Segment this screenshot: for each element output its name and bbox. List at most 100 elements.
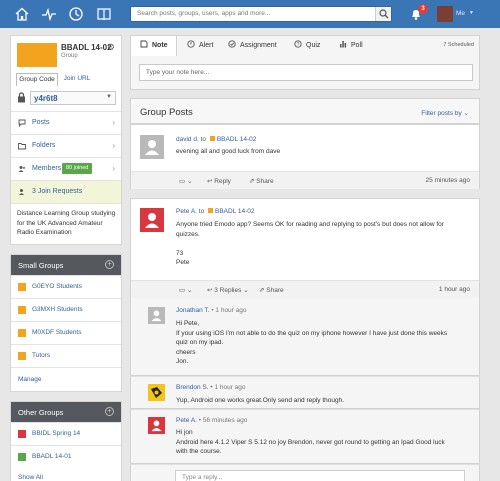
sidebar-item-folders[interactable]: Folders › [11, 134, 121, 157]
me-menu-label[interactable]: Me [456, 10, 465, 17]
scheduled-count[interactable]: 7 Scheduled [443, 42, 474, 48]
post-text-line: 73 [176, 249, 184, 257]
group-description: Distance Learning Group studying for the… [17, 210, 116, 236]
tab-group-code[interactable]: Group Code [16, 73, 58, 86]
user-avatar[interactable] [437, 6, 453, 22]
avatar[interactable] [140, 208, 164, 232]
reply-text-line: Yup, Android one works great.Only send a… [176, 397, 345, 404]
small-groups-panel: Small Groups + G0EYO Students G3MXH Stud… [10, 254, 122, 392]
post-group-link[interactable]: BBADL 14-02 [217, 136, 257, 143]
tab-assignment[interactable]: Assignment [228, 36, 277, 56]
tab-alert[interactable]: Alert [187, 36, 213, 56]
reply-input[interactable]: Type a reply... [175, 470, 465, 481]
small-group-item[interactable]: Tutors [11, 344, 121, 367]
other-group-item[interactable]: BBADL 14-01 [11, 445, 121, 468]
small-group-label: G3MXH Students [32, 306, 83, 313]
filter-posts-dropdown[interactable]: Filter posts by ⌄ [421, 109, 469, 117]
reply-author[interactable]: Pete A. [176, 417, 197, 424]
default-user-icon [151, 310, 162, 322]
share-label: Share [256, 178, 274, 185]
note-input[interactable]: Type your note here... [139, 64, 473, 81]
sidebar-item-label: Members [32, 165, 62, 172]
reply-body: Yup, Android one works great.Only send a… [176, 396, 344, 406]
tab-note[interactable]: Note [131, 36, 177, 56]
small-group-label: Tutors [32, 352, 51, 359]
other-groups-panel: Other Groups + BBIDL Spring 14 BBADL 14-… [10, 401, 122, 481]
tab-label: Alert [199, 42, 214, 49]
small-groups-header: Small Groups + [11, 255, 121, 275]
share-button[interactable]: ⇗ Share [249, 177, 274, 185]
show-all-groups-link[interactable]: Show All [18, 474, 43, 481]
add-small-group-button[interactable]: + [105, 260, 114, 269]
group-color-swatch [18, 283, 26, 291]
reply-time: 1 hour ago [215, 307, 247, 314]
reply-text-line: with the course. [176, 448, 222, 455]
add-group-button[interactable]: + [105, 407, 114, 416]
group-code-row: y4r6t8 ▼ [11, 89, 121, 107]
sidebar-item-join-requests[interactable]: 3 Join Requests [11, 180, 121, 203]
tab-join-url[interactable]: Join URL [60, 73, 94, 86]
reply-item: Brendon S. • 1 hour ago Yup, Android one… [130, 376, 480, 409]
backpack-icon[interactable] [68, 6, 84, 22]
share-button[interactable]: ⇗ Share [259, 286, 284, 294]
tab-poll[interactable]: Poll [339, 36, 363, 56]
bar-chart-icon [340, 41, 347, 48]
group-color-swatch [208, 208, 214, 213]
share-icon: ⇗ [249, 178, 255, 185]
group-code-select[interactable]: y4r6t8 ▼ [30, 91, 116, 105]
group-name[interactable]: BBADL 14-02 [61, 43, 112, 52]
reply-author-line: Jonathan T. • 1 hour ago [176, 307, 247, 314]
tab-quiz[interactable]: ? Quiz [294, 36, 320, 56]
small-group-item[interactable]: G0EYO Students [11, 275, 121, 298]
group-color-swatch [18, 329, 26, 337]
small-group-item[interactable]: G3MXH Students [11, 298, 121, 321]
search-button[interactable] [375, 7, 391, 21]
other-group-item[interactable]: BBIDL Spring 14 [11, 422, 121, 445]
reply-text-line: Hi jon [176, 429, 193, 436]
reply-placeholder: Type a reply... [182, 474, 223, 481]
search-input[interactable]: Search posts, groups, users, apps and mo… [130, 6, 392, 22]
avatar[interactable] [140, 135, 164, 159]
group-code-value: y4r6t8 [34, 94, 58, 103]
avatar[interactable] [148, 417, 165, 434]
pulse-icon[interactable] [41, 6, 57, 22]
post-text-line: Pete [176, 259, 190, 266]
post-author[interactable]: david d. [176, 136, 199, 143]
group-color-swatch [209, 136, 215, 141]
default-user-icon [151, 420, 162, 432]
chevron-right-icon: › [112, 118, 115, 127]
group-posts-title: Group Posts [140, 107, 193, 118]
sidebar-item-posts[interactable]: Posts › [11, 111, 121, 134]
reply-author[interactable]: Brendon S. [176, 384, 209, 391]
lock-icon[interactable] [17, 92, 26, 103]
reply-button[interactable]: ↩ Reply [207, 177, 231, 185]
reply-text-line: Android here 4.1.2 Viper S 5.12 no joy B… [176, 438, 445, 446]
post-timestamp: 25 minutes ago [425, 177, 470, 184]
reply-text-line: Jon. [176, 358, 189, 365]
reply-author[interactable]: Jonathan T. [176, 307, 210, 314]
small-group-item[interactable]: M0XDF Students [11, 321, 121, 344]
post-group-link[interactable]: BBADL 14-02 [215, 208, 255, 215]
gear-icon[interactable]: ⚙ [107, 42, 115, 53]
reply-time: 56 minutes ago [202, 417, 248, 424]
chevron-down-icon[interactable]: ▼ [469, 10, 474, 16]
comment-dropdown[interactable]: ▭ ⌄ [179, 177, 192, 185]
to-label: to [200, 136, 207, 143]
post-body: Anyone tried Emodo app? Seems OK for rea… [176, 220, 476, 268]
avatar[interactable] [148, 384, 165, 401]
avatar[interactable] [148, 307, 165, 324]
post-actions-bar: ▭ ⌄ ↩ Reply ⇗ Share 25 minutes ago [131, 171, 479, 189]
post-text-line: Anyone tried Emodo app? Seems OK for rea… [176, 221, 444, 228]
group-panel: BBADL 14-02 Group ⚙ Group Code Join URL … [10, 35, 122, 245]
manage-small-groups-link[interactable]: Manage [18, 376, 42, 383]
notification-count-badge[interactable]: 3 [418, 4, 428, 14]
post-author[interactable]: Pete A. [176, 208, 197, 215]
sidebar-item-members[interactable]: Members 80 joined › [11, 157, 121, 180]
home-icon[interactable] [14, 6, 30, 22]
speech-bubble-icon [18, 119, 26, 127]
comment-dropdown[interactable]: ▭ ⌄ [179, 286, 192, 294]
share-label: Share [266, 287, 284, 294]
book-icon[interactable] [96, 6, 112, 22]
small-group-label: M0XDF Students [32, 329, 82, 336]
replies-button[interactable]: ↩ 3 Replies ⌄ [207, 286, 249, 294]
